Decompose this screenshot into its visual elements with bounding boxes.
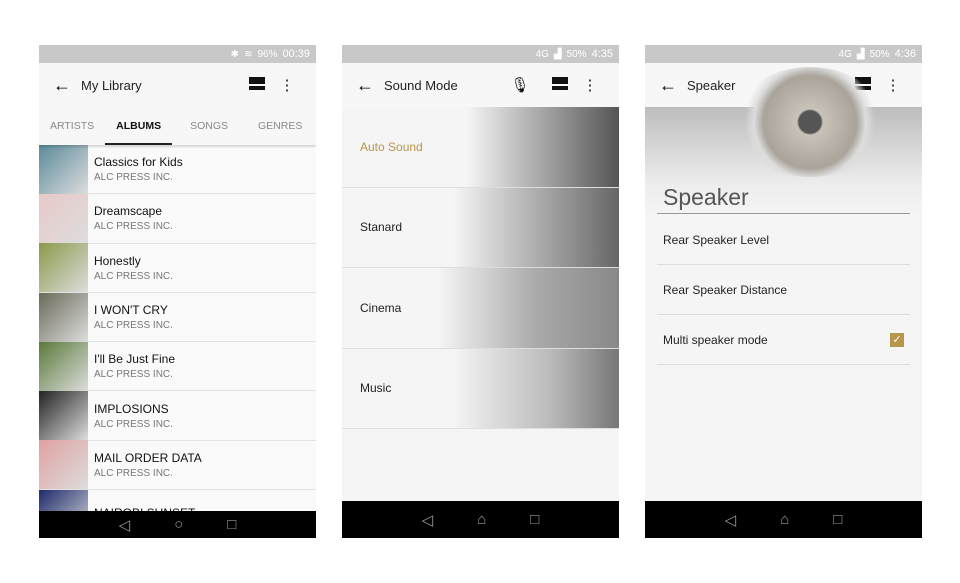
mode-cinema[interactable]: Cinema (342, 268, 619, 349)
setting-label: Rear Speaker Distance (663, 282, 788, 297)
album-row[interactable]: MAIL ORDER DATA ALC PRESS INC. (39, 440, 316, 491)
layout-icon[interactable] (242, 76, 272, 94)
album-row[interactable]: Honestly ALC PRESS INC. (39, 243, 316, 293)
album-artist: ALC PRESS INC. (94, 172, 173, 184)
back-arrow-icon[interactable]: ← (53, 75, 79, 96)
album-art (39, 144, 88, 194)
back-nav-icon[interactable]: ◁ (422, 511, 434, 529)
album-list: Classics for Kids ALC PRESS INC. Dreamsc… (39, 144, 316, 538)
album-row[interactable]: I WON'T CRY ALC PRESS INC. (39, 292, 316, 343)
album-art (39, 243, 88, 293)
speaker-icon (735, 67, 885, 177)
album-title: Classics for Kids (94, 155, 183, 170)
album-row[interactable]: IMPLOSIONS ALC PRESS INC. (39, 391, 316, 441)
setting-multi-speaker-mode[interactable]: Multi speaker mode ✓ (657, 315, 910, 365)
album-title: MAIL ORDER DATA (94, 450, 202, 465)
recents-nav-icon[interactable]: □ (530, 511, 539, 528)
more-options-icon[interactable]: ⋮ (272, 76, 302, 94)
network-indicator: 4G (838, 48, 852, 60)
microphone-icon[interactable]: 🎙 (505, 76, 535, 94)
album-art (39, 341, 88, 391)
album-title: IMPLOSIONS (94, 401, 169, 416)
signal-icon: ▟ (553, 48, 562, 60)
album-art (39, 391, 88, 441)
speaker-header-image: Speaker (645, 67, 922, 215)
back-arrow-icon[interactable]: ← (356, 75, 382, 96)
status-bar: 4G ▟ 50% 4:35 (342, 45, 619, 63)
more-options-icon[interactable]: ⋮ (878, 76, 908, 94)
tab-songs[interactable]: SONGS (172, 107, 246, 145)
setting-label: Multi speaker mode (663, 332, 768, 347)
setting-label: Rear Speaker Level (663, 232, 770, 247)
toolbar: ← My Library ⋮ (39, 63, 316, 107)
network-indicator: 4G (535, 48, 549, 60)
album-artist: ALC PRESS INC. (94, 221, 173, 233)
page-title: My Library (81, 77, 142, 93)
bluetooth-icon: ✱ (230, 48, 240, 60)
battery-level: 96% (257, 48, 278, 60)
more-options-icon[interactable]: ⋮ (575, 76, 605, 94)
mode-auto-sound[interactable]: Auto Sound (342, 107, 619, 188)
tab-folders[interactable]: FO (314, 107, 316, 145)
sound-mode-screen: 4G ▟ 50% 4:35 ← Sound Mode 🎙 ⋮ Auto Soun… (342, 45, 619, 538)
mode-standard[interactable]: Stanard (342, 187, 619, 268)
album-title: Honestly (94, 253, 141, 268)
page-title: Sound Mode (384, 77, 458, 93)
clock: 00:39 (282, 48, 310, 60)
back-nav-icon[interactable]: ◁ (725, 511, 737, 529)
mode-list: Auto Sound Stanard Cinema Music (342, 107, 619, 429)
nav-bar: ◁ ⌂ □ (342, 501, 619, 538)
tab-artists[interactable]: ARTISTS (39, 107, 105, 145)
album-title: I'll Be Just Fine (94, 352, 175, 367)
status-bar: ✱ ≋ 96% 00:39 (39, 45, 316, 63)
album-row[interactable]: I'll Be Just Fine ALC PRESS INC. (39, 341, 316, 392)
album-row[interactable]: Dreamscape ALC PRESS INC. (39, 193, 316, 244)
home-nav-icon[interactable]: ⌂ (477, 511, 486, 528)
wifi-icon: ≋ (244, 48, 253, 60)
album-row[interactable]: Classics for Kids ALC PRESS INC. (39, 144, 316, 195)
tab-genres[interactable]: GENRES (246, 107, 314, 145)
signal-icon: ▟ (856, 48, 865, 60)
nav-bar: ◁ ○ □ (39, 511, 316, 538)
album-artist: ALC PRESS INC. (94, 369, 173, 381)
setting-rear-speaker-distance[interactable]: Rear Speaker Distance (657, 265, 910, 315)
album-artist: ALC PRESS INC. (94, 418, 173, 430)
multi-speaker-checkbox[interactable]: ✓ (890, 332, 904, 347)
nav-bar: ◁ ⌂ □ (645, 501, 922, 538)
home-nav-icon[interactable]: ⌂ (780, 511, 789, 528)
album-title: Dreamscape (94, 204, 163, 219)
toolbar: ← Sound Mode 🎙 ⋮ (342, 63, 619, 107)
mode-music[interactable]: Music (342, 348, 619, 429)
speaker-screen: 4G ▟ 50% 4:36 ← Speaker 🎙 ⋮ Speaker Rear… (645, 45, 922, 538)
album-title: I WON'T CRY (94, 303, 168, 318)
battery-level: 50% (566, 48, 587, 60)
album-artist: ALC PRESS INC. (94, 270, 173, 282)
tab-bar: ARTISTS ALBUMS SONGS GENRES FO (39, 107, 316, 145)
album-art (39, 440, 88, 490)
back-arrow-icon[interactable]: ← (659, 75, 685, 96)
album-artist: ALC PRESS INC. (94, 467, 173, 479)
home-nav-icon[interactable]: ○ (174, 516, 183, 533)
layout-icon[interactable] (545, 76, 575, 94)
section-header: Speaker (657, 184, 910, 214)
tab-albums[interactable]: ALBUMS (105, 107, 173, 145)
clock: 4:35 (591, 48, 613, 60)
album-art (39, 292, 88, 342)
battery-level: 50% (869, 48, 890, 60)
status-bar: 4G ▟ 50% 4:36 (645, 45, 922, 63)
setting-rear-speaker-level[interactable]: Rear Speaker Level (657, 215, 910, 265)
album-artist: ALC PRESS INC. (94, 320, 173, 332)
recents-nav-icon[interactable]: □ (227, 516, 236, 533)
library-screen: ✱ ≋ 96% 00:39 ← My Library ⋮ ARTISTS ALB… (39, 45, 316, 538)
album-art (39, 193, 88, 243)
recents-nav-icon[interactable]: □ (833, 511, 842, 528)
back-nav-icon[interactable]: ◁ (119, 516, 131, 534)
clock: 4:36 (894, 48, 916, 60)
